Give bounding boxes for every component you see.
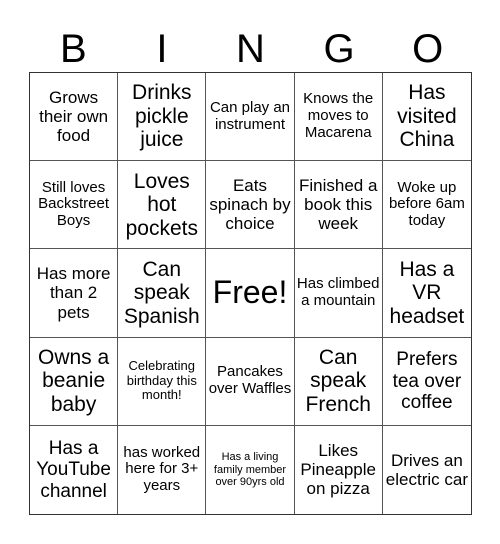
bingo-cell[interactable]: Owns a beanie baby	[30, 337, 119, 426]
bingo-cell[interactable]: Still loves Backstreet Boys	[30, 161, 119, 250]
header-letter-g: G	[323, 27, 355, 71]
bingo-cell[interactable]: Drinks pickle juice	[118, 73, 207, 162]
bingo-cell[interactable]: Grows their own food	[30, 73, 119, 162]
bingo-cell[interactable]: Drives an electric car	[383, 426, 471, 514]
bingo-cell[interactable]: Celebrating birthday this month!	[118, 337, 207, 426]
bingo-cell[interactable]: Can speak French	[294, 337, 383, 426]
bingo-cell[interactable]: Woke up before 6am today	[382, 161, 471, 250]
bingo-header: B I N G O	[29, 27, 472, 72]
bingo-cell[interactable]: Has visited China	[382, 73, 471, 162]
header-letter-b: B	[59, 27, 87, 71]
bingo-cell[interactable]: Eats spinach by choice	[206, 161, 295, 250]
bingo-cell[interactable]: Prefers tea over coffee	[382, 338, 471, 426]
header-letter-i: I	[156, 27, 168, 71]
bingo-cell[interactable]: Knows the moves to Macarena	[294, 73, 383, 162]
bingo-cell[interactable]: Has more than 2 pets	[30, 249, 119, 338]
bingo-cell[interactable]: Has a living family member over 90yrs ol…	[206, 425, 295, 514]
bingo-cell[interactable]: Likes Pineapple on pizza	[295, 425, 383, 514]
bingo-cell[interactable]: Has climbed a mountain	[294, 249, 383, 338]
bingo-cell[interactable]: Can play an instrument	[206, 73, 295, 162]
bingo-cell[interactable]: Loves hot pockets	[118, 161, 207, 250]
bingo-cell[interactable]: has worked here for 3+ years	[118, 425, 207, 514]
bingo-cell[interactable]: Has a VR headset	[382, 249, 471, 338]
header-letter-n: N	[236, 27, 265, 71]
header-letter-o: O	[412, 27, 444, 71]
free-space-cell[interactable]: Free!	[206, 249, 295, 338]
bingo-cell[interactable]: Pancakes over Waffles	[206, 337, 295, 426]
bingo-cell[interactable]: Can speak Spanish	[118, 249, 207, 338]
bingo-card-grid: Grows their own food Drinks pickle juice…	[29, 72, 472, 515]
bingo-cell[interactable]: Has a YouTube channel	[30, 425, 119, 514]
bingo-cell[interactable]: Finished a book this week	[294, 161, 383, 250]
